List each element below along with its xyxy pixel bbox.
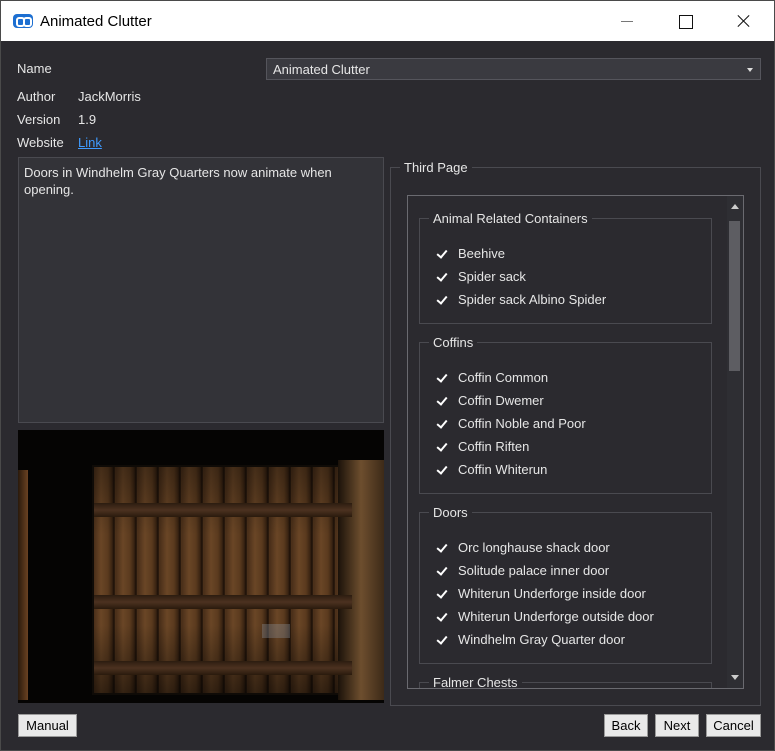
option-label: Coffin Common: [458, 370, 549, 385]
checkbox[interactable]: [435, 293, 449, 307]
chevron-down-icon: [747, 68, 753, 72]
scroll-down-icon[interactable]: [731, 675, 739, 680]
category-group: Falmer Chests: [419, 675, 712, 688]
option-label: Whiterun Underforge outside door: [458, 609, 654, 624]
website-link[interactable]: Link: [78, 135, 102, 150]
checkbox[interactable]: [435, 587, 449, 601]
preview-left-wall: [18, 470, 28, 700]
window-title: Animated Clutter: [40, 13, 152, 30]
checkbox[interactable]: [435, 440, 449, 454]
scrollbar-thumb[interactable]: [729, 221, 740, 371]
back-button[interactable]: Back: [604, 714, 648, 737]
checkbox[interactable]: [435, 463, 449, 477]
checkbox[interactable]: [435, 394, 449, 408]
category-title: Coffins: [429, 335, 478, 350]
option-label: Coffin Dwemer: [458, 393, 544, 408]
description-box[interactable]: Doors in Windhelm Gray Quarters now anim…: [18, 157, 384, 423]
name-label: Name: [17, 61, 52, 76]
maximize-button[interactable]: [657, 1, 715, 41]
manual-button[interactable]: Manual: [18, 714, 77, 737]
minimize-button[interactable]: [599, 1, 657, 41]
checkbox[interactable]: [435, 564, 449, 578]
category-title: Doors: [429, 505, 472, 520]
vertical-scrollbar[interactable]: [727, 196, 743, 688]
option-label: Beehive: [458, 246, 505, 261]
preview-image: [18, 430, 384, 703]
author-value: JackMorris: [78, 89, 141, 104]
category-title: Falmer Chests: [429, 675, 522, 688]
title-bar: Animated Clutter: [1, 1, 774, 41]
checkbox[interactable]: [435, 417, 449, 431]
option-label: Spider sack Albino Spider: [458, 292, 607, 307]
option-label: Coffin Whiterun: [458, 462, 548, 477]
option-label: Spider sack: [458, 269, 526, 284]
checkbox[interactable]: [435, 610, 449, 624]
option-label: Solitude palace inner door: [458, 563, 610, 578]
preview-door-plaque: [262, 624, 290, 638]
checkbox[interactable]: [435, 247, 449, 261]
options-scroll-area[interactable]: Animal Related Containers Beehive Spider…: [407, 195, 744, 689]
option-label: Whiterun Underforge inside door: [458, 586, 646, 601]
category-group: Doors Orc longhause shack door Solitude …: [419, 505, 712, 664]
website-label: Website: [17, 135, 64, 150]
cancel-button[interactable]: Cancel: [706, 714, 761, 737]
option-label: Coffin Riften: [458, 439, 530, 454]
close-button[interactable]: [715, 1, 773, 41]
option-label: Windhelm Gray Quarter door: [458, 632, 625, 647]
category-group: Animal Related Containers Beehive Spider…: [419, 211, 712, 324]
next-button[interactable]: Next: [655, 714, 699, 737]
checkbox[interactable]: [435, 270, 449, 284]
category-group: Coffins Coffin Common Coffin Dwemer Coff…: [419, 335, 712, 494]
checkbox[interactable]: [435, 371, 449, 385]
checkbox[interactable]: [435, 541, 449, 555]
description-text: Doors in Windhelm Gray Quarters now anim…: [24, 165, 332, 197]
name-dropdown[interactable]: Animated Clutter: [266, 58, 761, 80]
checkbox[interactable]: [435, 633, 449, 647]
option-label: Coffin Noble and Poor: [458, 416, 586, 431]
installer-window: Animated Clutter Name Animated Clutter A…: [0, 0, 775, 751]
category-title: Animal Related Containers: [429, 211, 592, 226]
preview-door: [92, 465, 354, 695]
page-title: Third Page: [400, 160, 472, 175]
name-dropdown-value: Animated Clutter: [273, 62, 370, 77]
scroll-up-icon[interactable]: [731, 204, 739, 209]
option-label: Orc longhause shack door: [458, 540, 610, 555]
app-logo-icon: [13, 14, 33, 28]
version-label: Version: [17, 112, 61, 127]
author-label: Author: [17, 89, 56, 104]
version-value: 1.9: [78, 112, 97, 127]
